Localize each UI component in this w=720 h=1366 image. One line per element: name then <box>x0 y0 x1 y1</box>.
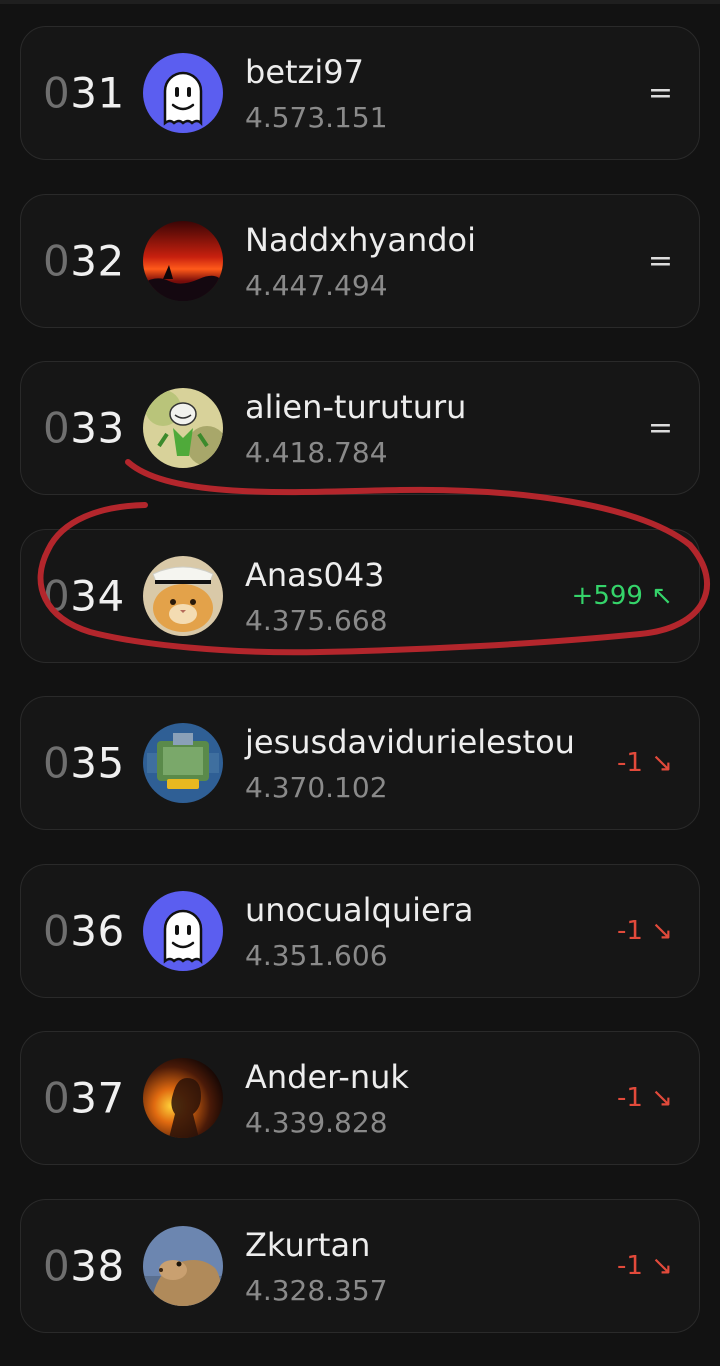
rank-change-indicator: +599 ↖ <box>571 580 673 611</box>
rank-number: 036 <box>43 906 125 955</box>
trollface-avatar[interactable] <box>143 388 223 468</box>
player-name[interactable]: betzi97 <box>245 53 364 91</box>
leaderboard-row[interactable]: 036 unocualquiera 4.351.606 -1 ↘ <box>20 863 700 998</box>
player-name[interactable]: unocualquiera <box>245 891 473 929</box>
leaderboard-row[interactable]: 035 jesusdavidurielestou 4.370.102 -1 ↘ <box>20 696 700 830</box>
leaderboard-row[interactable]: 038 Zkurtan 4.328.357 -1 ↘ <box>20 1198 700 1333</box>
rank-number: 032 <box>43 236 125 285</box>
rank-change-indicator: = <box>647 410 673 446</box>
game-arena-avatar[interactable] <box>143 723 223 803</box>
prairie-dog-avatar[interactable] <box>143 1225 223 1306</box>
cat-avatar[interactable] <box>143 555 223 636</box>
leaderboard-row[interactable]: 032 Naddxhyandoi 4.447.494 = <box>20 193 700 328</box>
rank-change-indicator: = <box>647 243 673 278</box>
leaderboard-row[interactable]: 031 betzi97 4.573.151 = <box>20 26 700 160</box>
fire-portrait-avatar[interactable] <box>143 1058 223 1138</box>
rank-change-indicator: -1 ↘ <box>617 915 673 946</box>
leaderboard-row[interactable]: 037 Ander-nuk 4.339.828 -1 ↘ <box>20 1031 700 1165</box>
rank-number: 037 <box>43 1073 125 1123</box>
rank-number: 038 <box>43 1241 125 1290</box>
player-score: 4.328.357 <box>245 1273 388 1307</box>
player-name[interactable]: Zkurtan <box>245 1226 370 1264</box>
top-strip <box>0 0 720 4</box>
rank-change-indicator: -1 ↘ <box>617 1250 673 1281</box>
player-score: 4.447.494 <box>245 268 388 302</box>
rank-change-indicator: -1 ↘ <box>617 1083 673 1113</box>
player-name[interactable]: Anas043 <box>245 556 385 594</box>
player-name[interactable]: Ander-nuk <box>245 1058 409 1096</box>
player-score: 4.418.784 <box>245 436 388 469</box>
rank-number: 033 <box>43 403 125 453</box>
player-score: 4.351.606 <box>245 938 388 972</box>
ghost-avatar[interactable] <box>143 890 223 971</box>
rank-change-indicator: = <box>647 75 673 111</box>
leaderboard-row[interactable]: 033 alien-turuturu 4.418.784 = <box>20 361 700 495</box>
rank-number: 035 <box>43 738 125 788</box>
player-name[interactable]: alien-turuturu <box>245 388 466 426</box>
player-score: 4.573.151 <box>245 101 388 134</box>
rank-number: 034 <box>43 571 125 620</box>
ghost-avatar[interactable] <box>143 53 223 133</box>
leaderboard-row-highlighted[interactable]: 034 Anas043 4.375.668 +599 ↖ <box>20 528 700 663</box>
sunset-avatar[interactable] <box>143 220 223 301</box>
player-name[interactable]: jesusdavidurielestou <box>245 723 575 761</box>
player-score: 4.375.668 <box>245 603 388 637</box>
rank-number: 031 <box>43 68 125 118</box>
player-score: 4.339.828 <box>245 1106 388 1139</box>
player-name[interactable]: Naddxhyandoi <box>245 221 476 259</box>
player-score: 4.370.102 <box>245 771 388 804</box>
leaderboard-list: 031 betzi97 4.573.151 = 032 Naddxhyandoi… <box>20 26 700 1366</box>
rank-change-indicator: -1 ↘ <box>617 748 673 778</box>
